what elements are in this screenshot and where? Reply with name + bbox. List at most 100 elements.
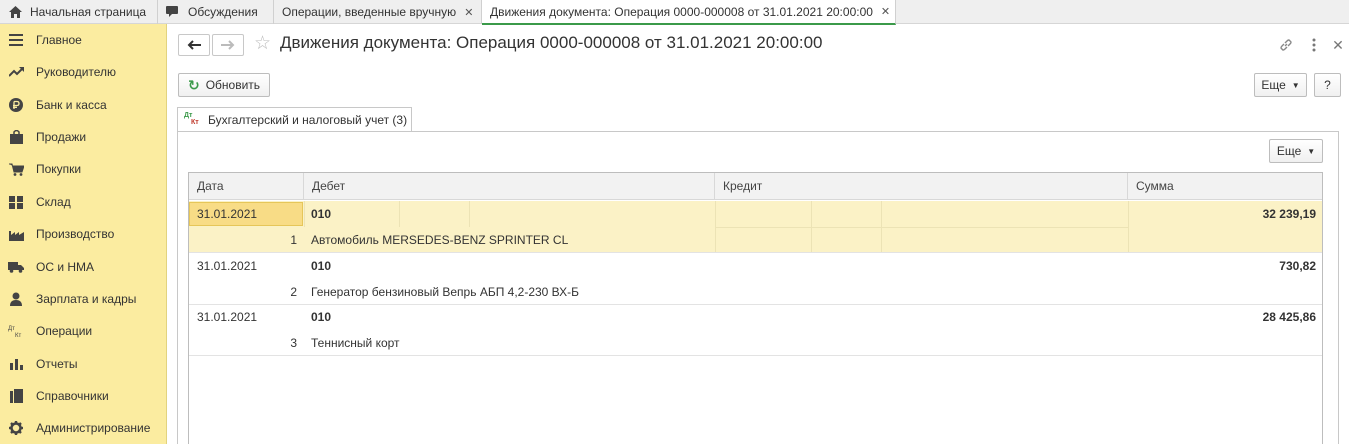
- sidebar-item-label: Покупки: [36, 162, 82, 176]
- sidebar: Главное Руководителю Банк и касса Продаж…: [0, 24, 167, 444]
- sidebar-item-label: Отчеты: [36, 357, 78, 371]
- back-button[interactable]: [178, 34, 210, 56]
- tab-home[interactable]: Начальная страница: [0, 0, 158, 24]
- window-tab-bar: Начальная страница Обсуждения Операции, …: [0, 0, 1349, 25]
- page-title: Движения документа: Операция 0000-000008…: [280, 33, 823, 52]
- books-icon: [8, 388, 24, 404]
- arrow-right-icon: [221, 40, 235, 50]
- link-icon[interactable]: [1278, 37, 1294, 53]
- sidebar-item-reports[interactable]: Отчеты: [0, 348, 167, 380]
- sidebar-item-bank[interactable]: Банк и касса: [0, 89, 167, 121]
- cell-line-number: 2: [290, 285, 297, 299]
- forward-button[interactable]: [212, 34, 244, 56]
- close-icon[interactable]: ✕: [464, 6, 473, 19]
- home-icon: [8, 5, 22, 19]
- sidebar-item-label: Склад: [36, 195, 71, 209]
- tab-document-movements[interactable]: Движения документа: Операция 0000-000008…: [482, 0, 896, 25]
- postings-table: Дата Дебет Кредит Сумма 31.01.2021 1 010…: [188, 172, 1323, 444]
- main-content: ☆ Движения документа: Операция 0000-0000…: [168, 25, 1349, 444]
- sidebar-item-label: Справочники: [36, 389, 109, 403]
- cell-line-number: 1: [290, 233, 297, 247]
- cell-date: 31.01.2021: [197, 259, 258, 273]
- more-label: Еще: [1276, 144, 1302, 158]
- svg-text:Кт: Кт: [15, 333, 21, 338]
- sidebar-item-production[interactable]: Производство: [0, 218, 167, 250]
- cell-debit-subconto: Генератор бензиновый Вепрь АБП 4,2-230 В…: [311, 285, 580, 299]
- column-header-credit[interactable]: Кредит: [715, 173, 1128, 200]
- cell-date: 31.01.2021: [197, 207, 258, 221]
- table-row[interactable]: 31.01.2021 1 010 Автомобиль MERSEDES-BEN…: [189, 201, 1322, 253]
- sidebar-item-label: Банк и касса: [36, 98, 107, 112]
- dt-kt-icon: Дт Кт: [8, 323, 24, 339]
- table-header: Дата Дебет Кредит Сумма: [189, 173, 1322, 200]
- ruble-coin-icon: [8, 97, 24, 113]
- more-button[interactable]: Еще ▼: [1254, 73, 1307, 97]
- cell-debit-account: 010: [311, 259, 332, 273]
- tab-label: Движения документа: Операция 0000-000008…: [490, 4, 873, 19]
- cell-debit-subconto: Автомобиль MERSEDES-BENZ SPRINTER CL: [311, 233, 569, 247]
- chevron-down-icon: ▼: [1307, 146, 1316, 156]
- help-button[interactable]: ?: [1314, 73, 1341, 97]
- sidebar-item-operations[interactable]: Дт Кт Операции: [0, 315, 167, 347]
- refresh-button[interactable]: ↻ Обновить: [178, 73, 270, 97]
- table-row[interactable]: 31.01.2021 2 010 Генератор бензиновый Ве…: [189, 253, 1322, 305]
- cell-line-number: 3: [290, 336, 297, 350]
- person-icon: [8, 291, 24, 307]
- cell-debit-account: 010: [311, 310, 332, 324]
- table-row[interactable]: 31.01.2021 3 010 Теннисный корт 28 425,8…: [189, 304, 1322, 356]
- sidebar-item-label: Зарплата и кадры: [36, 292, 137, 306]
- sidebar-item-label: Производство: [36, 227, 115, 241]
- refresh-label: Обновить: [205, 78, 261, 92]
- refresh-icon: ↻: [187, 76, 200, 93]
- help-label: ?: [1324, 78, 1331, 92]
- cell-date: 31.01.2021: [197, 310, 258, 324]
- chevron-down-icon: ▼: [1291, 80, 1300, 90]
- cell-amount: 28 425,86: [1262, 310, 1316, 324]
- menu-icon: [8, 32, 24, 48]
- tab-label: Обсуждения: [188, 5, 258, 19]
- sidebar-item-manager[interactable]: Руководителю: [0, 56, 167, 88]
- trend-icon: [8, 64, 24, 80]
- bar-chart-icon: [8, 356, 24, 372]
- column-header-date[interactable]: Дата: [189, 173, 304, 200]
- sidebar-item-label: Продажи: [36, 130, 87, 144]
- gear-icon: [8, 420, 24, 436]
- cell-amount: 32 239,19: [1262, 207, 1316, 221]
- sidebar-item-fixed-assets[interactable]: ОС и НМА: [0, 251, 167, 283]
- sidebar-item-label: Операции: [36, 324, 93, 338]
- sidebar-item-label: Администрирование: [36, 421, 151, 435]
- sidebar-item-sales[interactable]: Продажи: [0, 121, 167, 153]
- cell-amount: 730,82: [1279, 259, 1316, 273]
- sidebar-item-label: ОС и НМА: [36, 260, 95, 274]
- tab-label: Начальная страница: [30, 5, 147, 19]
- more-label: Еще: [1261, 78, 1286, 92]
- cell-debit-subconto: Теннисный корт: [311, 336, 400, 350]
- sidebar-item-label: Руководителю: [36, 65, 117, 79]
- tab-manual-operations[interactable]: Операции, введенные вручную ✕: [274, 0, 482, 24]
- tab-accounting[interactable]: Дт Кт Бухгалтерский и налоговый учет (3): [177, 107, 412, 132]
- svg-text:Дт: Дт: [8, 326, 15, 332]
- sidebar-item-warehouse[interactable]: Склад: [0, 186, 167, 218]
- sidebar-item-label: Главное: [36, 33, 82, 47]
- tab-discussions[interactable]: Обсуждения: [158, 0, 274, 24]
- warehouse-icon: [8, 194, 24, 210]
- sidebar-item-catalogs[interactable]: Справочники: [0, 380, 167, 412]
- dt-kt-icon: Дт Кт: [184, 112, 199, 126]
- close-window-icon[interactable]: ✕: [1330, 37, 1346, 53]
- favorite-star-icon[interactable]: ☆: [254, 34, 271, 54]
- column-header-amount[interactable]: Сумма: [1128, 173, 1322, 200]
- sidebar-item-salary[interactable]: Зарплата и кадры: [0, 283, 167, 315]
- shopping-bag-icon: [8, 129, 24, 145]
- more-vertical-icon[interactable]: [1306, 37, 1322, 53]
- sidebar-item-main[interactable]: Главное: [0, 24, 167, 56]
- close-icon[interactable]: ✕: [881, 5, 890, 18]
- chat-icon: [166, 5, 180, 19]
- arrow-left-icon: [187, 40, 201, 50]
- sidebar-item-admin[interactable]: Администрирование: [0, 412, 167, 444]
- truck-icon: [8, 259, 24, 275]
- column-header-debit[interactable]: Дебет: [304, 173, 715, 200]
- table-more-button[interactable]: Еще ▼: [1269, 139, 1323, 163]
- factory-icon: [8, 226, 24, 242]
- sidebar-item-purchases[interactable]: Покупки: [0, 153, 167, 185]
- tab-label: Бухгалтерский и налоговый учет (3): [208, 113, 408, 127]
